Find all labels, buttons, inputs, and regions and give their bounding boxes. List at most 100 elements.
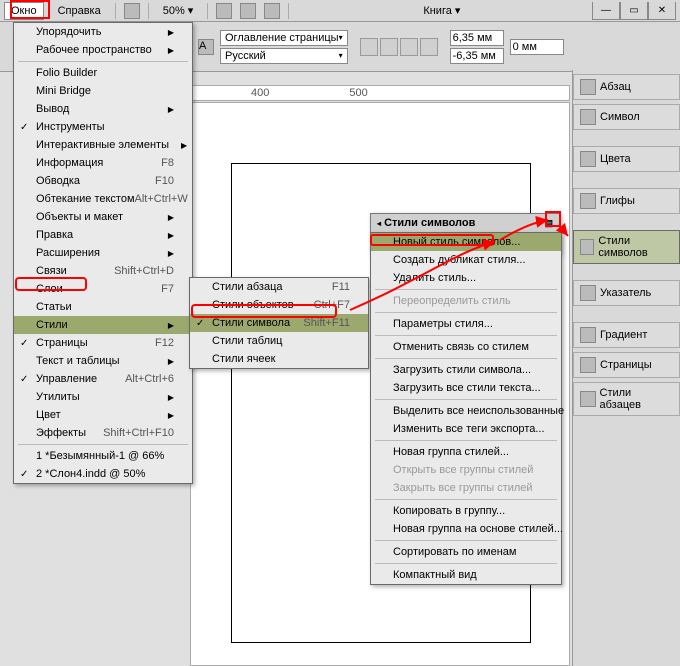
menu-item[interactable]: Расширения▶ bbox=[14, 244, 192, 262]
menu-item[interactable]: Новая группа на основе стилей... bbox=[371, 520, 561, 538]
menubar: Окно Справка 50% ▾ Книга ▾ — ▭ ✕ bbox=[0, 0, 680, 22]
menu-item[interactable]: Новый стиль символов... bbox=[371, 233, 561, 251]
align-right-icon[interactable] bbox=[400, 38, 418, 56]
para-style-dropdown[interactable]: Оглавление страницы▾ bbox=[220, 30, 348, 46]
menu-item: Переопределить стиль bbox=[371, 292, 561, 310]
menu-item[interactable]: Стили объектовCtrl+F7 bbox=[190, 296, 368, 314]
pages-icon bbox=[580, 357, 596, 373]
align-center-icon[interactable] bbox=[380, 38, 398, 56]
separator bbox=[375, 499, 557, 500]
menu-item[interactable]: Folio Builder bbox=[14, 64, 192, 82]
menu-item[interactable]: Компактный вид bbox=[371, 566, 561, 584]
ruler-tick: 500 bbox=[349, 87, 367, 99]
window-menu-dropdown: Упорядочить▶Рабочее пространство▶ Folio B… bbox=[13, 22, 193, 484]
menu-item[interactable]: СвязиShift+Ctrl+D bbox=[14, 262, 192, 280]
menu-item[interactable]: Загрузить все стили текста... bbox=[371, 379, 561, 397]
menu-item[interactable]: Стили ячеек bbox=[190, 350, 368, 368]
character-icon bbox=[580, 109, 596, 125]
panel-colors[interactable]: Цвета bbox=[573, 146, 680, 172]
menu-item[interactable]: Объекты и макет▶ bbox=[14, 208, 192, 226]
menu-item[interactable]: Рабочее пространство▶ bbox=[14, 41, 192, 59]
glyph-icon bbox=[580, 193, 596, 209]
index-icon bbox=[580, 285, 596, 301]
menu-item[interactable]: Вывод▶ bbox=[14, 100, 192, 118]
ruler-tick: 400 bbox=[251, 87, 269, 99]
panel-paragraph[interactable]: Абзац bbox=[573, 74, 680, 100]
menu-item[interactable]: Цвет▶ bbox=[14, 406, 192, 424]
menu-item[interactable]: Выделить все неиспользованные bbox=[371, 402, 561, 420]
separator bbox=[375, 563, 557, 564]
menu-item[interactable]: ✓Стили символаShift+F11 bbox=[190, 314, 368, 332]
maximize-button[interactable]: ▭ bbox=[620, 2, 648, 20]
align-justify-icon[interactable] bbox=[420, 38, 438, 56]
menu-item[interactable]: Утилиты▶ bbox=[14, 388, 192, 406]
separator bbox=[375, 399, 557, 400]
separator bbox=[115, 3, 116, 19]
menu-item[interactable]: Стили таблиц bbox=[190, 332, 368, 350]
panel-gradient[interactable]: Градиент bbox=[573, 322, 680, 348]
menu-item[interactable]: ОбводкаF10 bbox=[14, 172, 192, 190]
menu-item[interactable]: Интерактивные элементы▶ bbox=[14, 136, 192, 154]
menu-item[interactable]: Отменить связь со стилем bbox=[371, 338, 561, 356]
indent-top[interactable]: 6,35 мм bbox=[450, 30, 504, 46]
panel-character[interactable]: Символ bbox=[573, 104, 680, 130]
menu-help[interactable]: Справка bbox=[52, 3, 107, 19]
indent-right[interactable]: 0 мм bbox=[510, 39, 564, 55]
minimize-button[interactable]: — bbox=[592, 2, 620, 20]
separator bbox=[375, 312, 557, 313]
menu-item[interactable]: ИнформацияF8 bbox=[14, 154, 192, 172]
panel-pages[interactable]: Страницы bbox=[573, 352, 680, 378]
panel-index[interactable]: Указатель bbox=[573, 280, 680, 306]
menu-item[interactable]: Стили абзацаF11 bbox=[190, 278, 368, 296]
menu-item[interactable]: СлоиF7 bbox=[14, 280, 192, 298]
language-dropdown[interactable]: Русский▾ bbox=[220, 48, 348, 64]
window-controls: — ▭ ✕ bbox=[592, 2, 676, 20]
panel-para-styles[interactable]: Стили абзацев bbox=[573, 382, 680, 416]
menu-item[interactable]: Текст и таблицы▶ bbox=[14, 352, 192, 370]
menu-item[interactable]: Mini Bridge bbox=[14, 82, 192, 100]
separator bbox=[207, 3, 208, 19]
menu-item[interactable]: Новая группа стилей... bbox=[371, 443, 561, 461]
separator bbox=[375, 335, 557, 336]
screen-mode-icon[interactable] bbox=[240, 3, 256, 19]
menu-item[interactable]: Сортировать по именам bbox=[371, 543, 561, 561]
panel-header[interactable]: ◂ Стили символов ▤ bbox=[371, 214, 559, 233]
char-format-icon[interactable]: A bbox=[198, 39, 214, 55]
arrange-icon[interactable] bbox=[264, 3, 280, 19]
menu-item[interactable]: Создать дубликат стиля... bbox=[371, 251, 561, 269]
menu-item[interactable]: ✓Инструменты bbox=[14, 118, 192, 136]
zoom-level[interactable]: 50% ▾ bbox=[157, 2, 200, 19]
separator bbox=[148, 3, 149, 19]
menu-item[interactable]: Обтекание текстомAlt+Ctrl+W bbox=[14, 190, 192, 208]
menu-item[interactable]: ✓УправлениеAlt+Ctrl+6 bbox=[14, 370, 192, 388]
panel-char-styles[interactable]: Стили символов bbox=[573, 230, 680, 264]
separator bbox=[18, 444, 188, 445]
panel-menu-button[interactable]: ▤ bbox=[544, 218, 553, 229]
menu-item[interactable]: 1 *Безымянный-1 @ 66% bbox=[14, 447, 192, 465]
menu-item[interactable]: Статьи bbox=[14, 298, 192, 316]
menu-item[interactable]: ЭффектыShift+Ctrl+F10 bbox=[14, 424, 192, 442]
paragraph-icon bbox=[580, 79, 596, 95]
workspace-selector[interactable]: Книга ▾ bbox=[417, 2, 466, 19]
menu-item[interactable]: ✓СтраницыF12 bbox=[14, 334, 192, 352]
separator bbox=[18, 61, 188, 62]
indent-bottom[interactable]: -6,35 мм bbox=[450, 48, 504, 64]
menu-item[interactable]: Удалить стиль... bbox=[371, 269, 561, 287]
menu-item[interactable]: Правка▶ bbox=[14, 226, 192, 244]
menu-window[interactable]: Окно bbox=[4, 2, 44, 20]
panel-glyphs[interactable]: Глифы bbox=[573, 188, 680, 214]
align-left-icon[interactable] bbox=[360, 38, 378, 56]
close-button[interactable]: ✕ bbox=[648, 2, 676, 20]
menu-item[interactable]: Копировать в группу... bbox=[371, 502, 561, 520]
bridge-icon[interactable] bbox=[124, 3, 140, 19]
menu-item[interactable]: Параметры стиля... bbox=[371, 315, 561, 333]
menu-item[interactable]: Загрузить стили символа... bbox=[371, 361, 561, 379]
menu-item[interactable]: Стили▶ bbox=[14, 316, 192, 334]
menu-item[interactable]: Изменить все теги экспорта... bbox=[371, 420, 561, 438]
menu-item[interactable]: Упорядочить▶ bbox=[14, 23, 192, 41]
panels-dock: Абзац Символ Цвета Глифы Стили символов … bbox=[572, 70, 680, 666]
gradient-icon bbox=[580, 327, 596, 343]
swatch-icon bbox=[580, 151, 596, 167]
view-options-icon[interactable] bbox=[216, 3, 232, 19]
menu-item[interactable]: ✓2 *Слон4.indd @ 50% bbox=[14, 465, 192, 483]
